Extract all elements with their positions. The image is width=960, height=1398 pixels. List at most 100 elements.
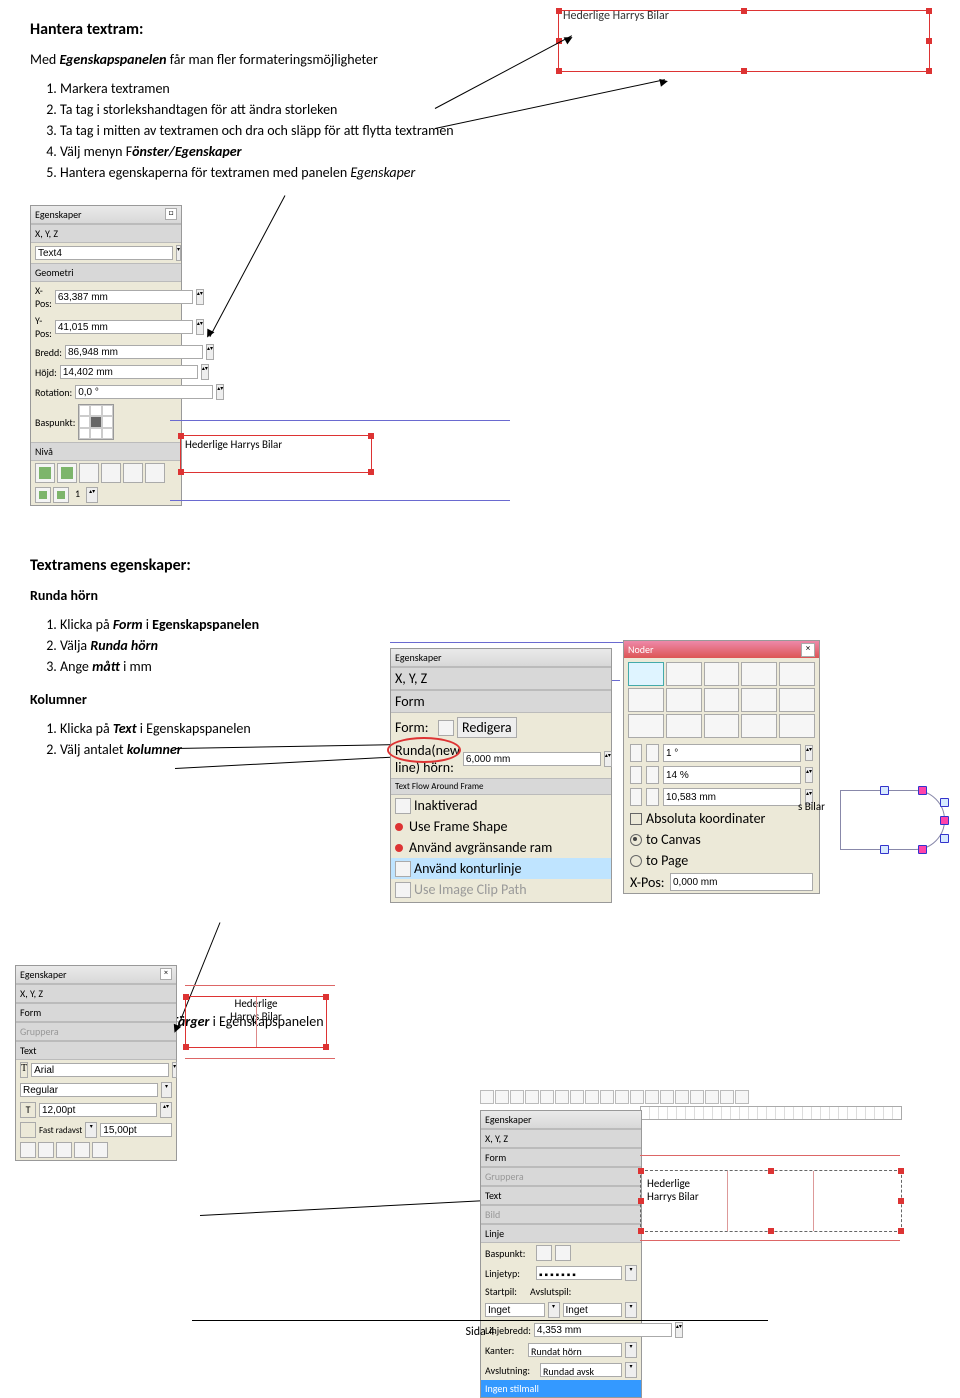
- layer-icon[interactable]: [35, 463, 55, 483]
- close-icon[interactable]: ×: [801, 643, 815, 657]
- properties-panel-form[interactable]: Egenskaper X, Y, Z Form Form: Redigera R…: [390, 648, 612, 903]
- node-tool-icon[interactable]: [704, 662, 740, 686]
- deg-field[interactable]: [663, 744, 801, 762]
- opt-use-frame-shape[interactable]: Use Frame Shape: [409, 818, 507, 835]
- spinner-icon[interactable]: ▴▾: [604, 751, 612, 767]
- baspunkt-icon[interactable]: [555, 1245, 571, 1261]
- section-text[interactable]: Text: [16, 1041, 176, 1060]
- noder-xpos-field[interactable]: [670, 873, 813, 891]
- layer-up-icon[interactable]: [35, 487, 51, 503]
- tool-icon[interactable]: [646, 744, 658, 762]
- node-tool-icon[interactable]: [779, 688, 815, 712]
- radio-canvas[interactable]: [630, 834, 642, 846]
- tool-icon[interactable]: [646, 766, 658, 784]
- dropdown-icon[interactable]: ▾: [161, 1082, 172, 1098]
- xpos-field[interactable]: [55, 290, 193, 304]
- spinner-icon[interactable]: ▴▾: [196, 289, 204, 305]
- linjetyp-field[interactable]: ▪▪▪▪▪▪▪: [536, 1266, 622, 1280]
- spinner-icon[interactable]: ▴▾: [86, 487, 98, 503]
- dropdown-icon[interactable]: ▾: [176, 245, 181, 261]
- node-tool-icon[interactable]: [704, 688, 740, 712]
- tool-icon[interactable]: [705, 1090, 719, 1104]
- spinner-icon[interactable]: ▴▾: [160, 1102, 172, 1118]
- radio-page[interactable]: [630, 855, 642, 867]
- rotation-field[interactable]: [75, 385, 213, 399]
- properties-panel-text[interactable]: Egenskaper× X, Y, Z Form Gruppera Text T…: [15, 965, 175, 1161]
- runda-field[interactable]: [463, 752, 601, 766]
- linespacing-field[interactable]: [100, 1123, 172, 1137]
- opt-inaktiverad[interactable]: Inaktiverad: [414, 797, 478, 814]
- node-tool-icon[interactable]: [779, 662, 815, 686]
- text-frame-mid[interactable]: Hederlige Harrys Bilar: [180, 435, 372, 473]
- spinner-icon[interactable]: ▴▾: [805, 767, 813, 783]
- font-style-field[interactable]: [20, 1083, 158, 1097]
- node-tool-icon[interactable]: [666, 662, 702, 686]
- section-xyz[interactable]: X, Y, Z: [31, 224, 181, 243]
- dropdown-icon[interactable]: ▾: [172, 1062, 177, 1078]
- bredd-field[interactable]: [65, 345, 203, 359]
- font-size-field[interactable]: [39, 1103, 157, 1117]
- shape-icon[interactable]: [438, 720, 454, 736]
- layer-icon[interactable]: [101, 463, 121, 483]
- section-form[interactable]: Form: [391, 690, 611, 713]
- layer-down-icon[interactable]: [53, 487, 69, 503]
- spinner-icon[interactable]: ▴▾: [201, 364, 209, 380]
- name-field[interactable]: [35, 246, 173, 260]
- section-xyz[interactable]: X, Y, Z: [391, 667, 611, 690]
- node-tool-icon[interactable]: [779, 714, 815, 738]
- tool-icon[interactable]: [720, 1090, 734, 1104]
- spinner-icon[interactable]: ▴▾: [196, 319, 204, 335]
- baspunkt-widget[interactable]: [78, 404, 114, 440]
- node-tool-icon[interactable]: [741, 714, 777, 738]
- tool-icon[interactable]: [646, 788, 658, 806]
- node-tool-icon[interactable]: [741, 688, 777, 712]
- section-linje[interactable]: Linje: [481, 1224, 641, 1243]
- section-form[interactable]: Form: [481, 1148, 641, 1167]
- node-tool-icon[interactable]: [628, 688, 664, 712]
- spinner-icon[interactable]: ▴▾: [805, 745, 813, 761]
- tool-icon[interactable]: [630, 788, 642, 806]
- close-icon[interactable]: ×: [160, 968, 172, 980]
- dropdown-icon[interactable]: ▾: [625, 1342, 637, 1358]
- node-tool-icon[interactable]: [628, 662, 664, 686]
- dropdown-icon[interactable]: ▾: [625, 1362, 637, 1378]
- opt-avgransande[interactable]: Använd avgränsande ram: [409, 839, 552, 856]
- section-form[interactable]: Form: [16, 1003, 176, 1022]
- section-xyz[interactable]: X, Y, Z: [481, 1129, 641, 1148]
- properties-panel-geometry[interactable]: Egenskaper □ X, Y, Z ▾ Geometri X-Pos:▴▾…: [30, 205, 182, 506]
- ingen-stilmall-row[interactable]: Ingen stilmall: [481, 1380, 641, 1397]
- tool-icon[interactable]: [735, 1090, 749, 1104]
- columns-3-icon[interactable]: [56, 1142, 72, 1158]
- baspunkt-icon[interactable]: [536, 1245, 552, 1261]
- font-field[interactable]: [31, 1063, 169, 1077]
- section-xyz[interactable]: X, Y, Z: [16, 984, 176, 1003]
- pct-field[interactable]: [663, 766, 801, 784]
- tool-icon[interactable]: [645, 1090, 659, 1104]
- node-tool-icon[interactable]: [741, 662, 777, 686]
- ypos-field[interactable]: [55, 320, 193, 334]
- text-frame-line-preview[interactable]: Hederlige Harrys Bilar: [640, 1170, 902, 1232]
- close-icon[interactable]: □: [165, 208, 177, 220]
- dropdown-icon[interactable]: ▾: [625, 1302, 637, 1318]
- columns-2-icon[interactable]: [38, 1142, 54, 1158]
- checkbox[interactable]: [630, 813, 642, 825]
- columns-1-icon[interactable]: [20, 1142, 36, 1158]
- dropdown-icon[interactable]: ▾: [85, 1122, 97, 1138]
- tool-icon[interactable]: [690, 1090, 704, 1104]
- columns-5-icon[interactable]: [92, 1142, 108, 1158]
- node-tool-icon[interactable]: [666, 714, 702, 738]
- text-frame-top[interactable]: Hederlige Harrys Bilar: [558, 10, 930, 72]
- node-tool-icon[interactable]: [704, 714, 740, 738]
- spinner-icon[interactable]: ▴▾: [216, 384, 224, 400]
- spinner-icon[interactable]: ▴▾: [206, 344, 214, 360]
- tool-icon[interactable]: [630, 766, 642, 784]
- kanter-field[interactable]: Rundat hörn: [528, 1343, 622, 1357]
- opt-konturlinje[interactable]: Använd konturlinje: [414, 860, 521, 877]
- node-tool-icon[interactable]: [628, 714, 664, 738]
- hojd-field[interactable]: [60, 365, 198, 379]
- layer-icon[interactable]: [79, 463, 99, 483]
- columns-4-icon[interactable]: [74, 1142, 90, 1158]
- dropdown-icon[interactable]: ▾: [548, 1302, 560, 1318]
- noder-panel[interactable]: Noder× ▴▾ ▴▾ ▴▾ Absoluta koordinater to …: [623, 640, 820, 894]
- avslutning-field[interactable]: Rundad avsk: [540, 1363, 622, 1377]
